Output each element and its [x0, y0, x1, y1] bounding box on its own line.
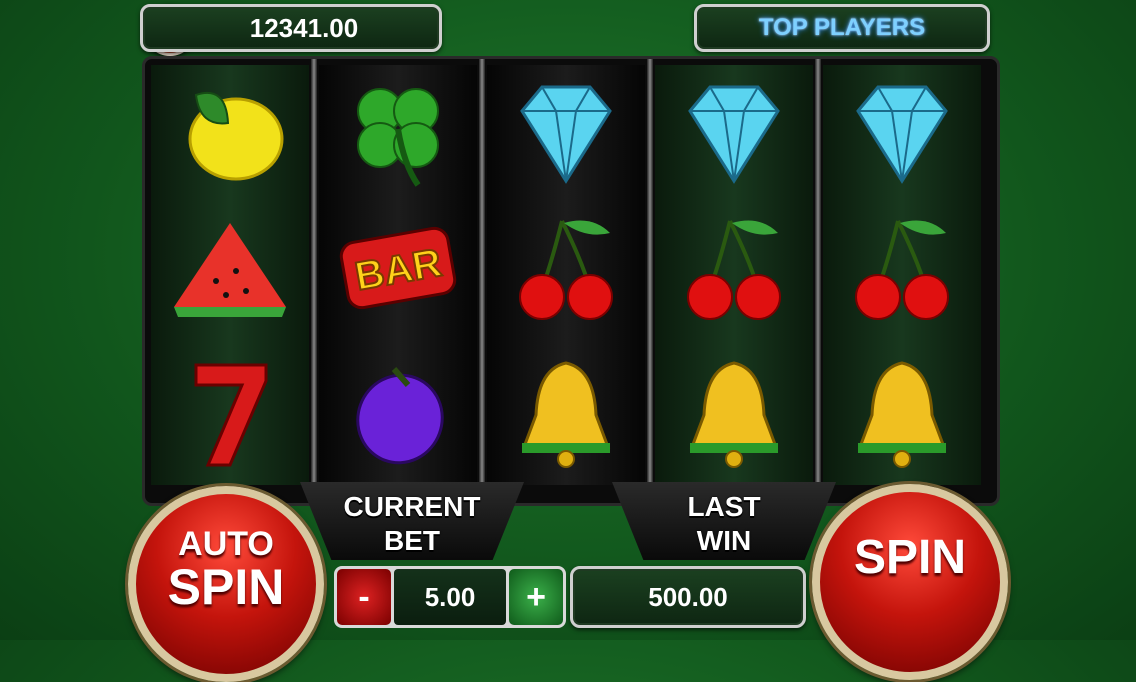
balance-display: 12341.00 — [140, 4, 442, 52]
cherry-icon — [655, 205, 813, 333]
bell-icon — [823, 349, 981, 477]
bell-icon — [487, 349, 645, 477]
clover-icon — [319, 69, 477, 197]
watermelon-icon — [151, 205, 309, 333]
bar-icon: BAR — [319, 205, 477, 333]
current-bet-label: CURRENT BET — [300, 482, 524, 560]
reel-1 — [151, 65, 309, 485]
reel-2: BAR — [319, 65, 477, 485]
auto-spin-line1: AUTO — [178, 525, 274, 563]
auto-spin-button[interactable]: AUTO SPIN — [128, 486, 324, 682]
last-win-display: 500.00 — [570, 566, 806, 628]
diamond-icon — [655, 69, 813, 197]
current-bet-value: 5.00 — [394, 569, 506, 625]
current-bet-label-line2: BET — [384, 525, 440, 556]
cherry-icon — [823, 205, 981, 333]
increase-bet-button[interactable]: + — [509, 569, 563, 625]
reel-divider — [311, 59, 317, 503]
last-win-label-line1: LAST — [687, 491, 761, 522]
last-win-label-line2: WIN — [696, 525, 752, 556]
reel-4 — [655, 65, 813, 485]
lemon-icon — [151, 69, 309, 197]
cherry-icon — [487, 205, 645, 333]
reel-divider — [815, 59, 821, 503]
last-win-label: LAST WIN — [612, 482, 836, 560]
spin-label: SPIN — [853, 530, 967, 584]
top-players-button[interactable]: TOP PLAYERS — [694, 4, 990, 52]
bell-icon — [655, 349, 813, 477]
reel-frame: BAR — [142, 56, 1000, 506]
reel-5 — [823, 65, 981, 485]
diamond-icon — [823, 69, 981, 197]
reel-3 — [487, 65, 645, 485]
plum-icon — [319, 349, 477, 477]
spin-button[interactable]: SPIN — [812, 484, 1008, 680]
diamond-icon — [487, 69, 645, 197]
seven-icon — [151, 349, 309, 477]
bet-stepper: - 5.00 + — [334, 566, 566, 628]
reel-divider — [647, 59, 653, 503]
decrease-bet-button[interactable]: - — [337, 569, 391, 625]
reel-divider — [479, 59, 485, 503]
auto-spin-line2: SPIN — [167, 559, 285, 615]
last-win-value: 500.00 — [648, 581, 728, 612]
current-bet-label-line1: CURRENT — [343, 491, 481, 522]
balance-value: 12341.00 — [249, 12, 359, 43]
